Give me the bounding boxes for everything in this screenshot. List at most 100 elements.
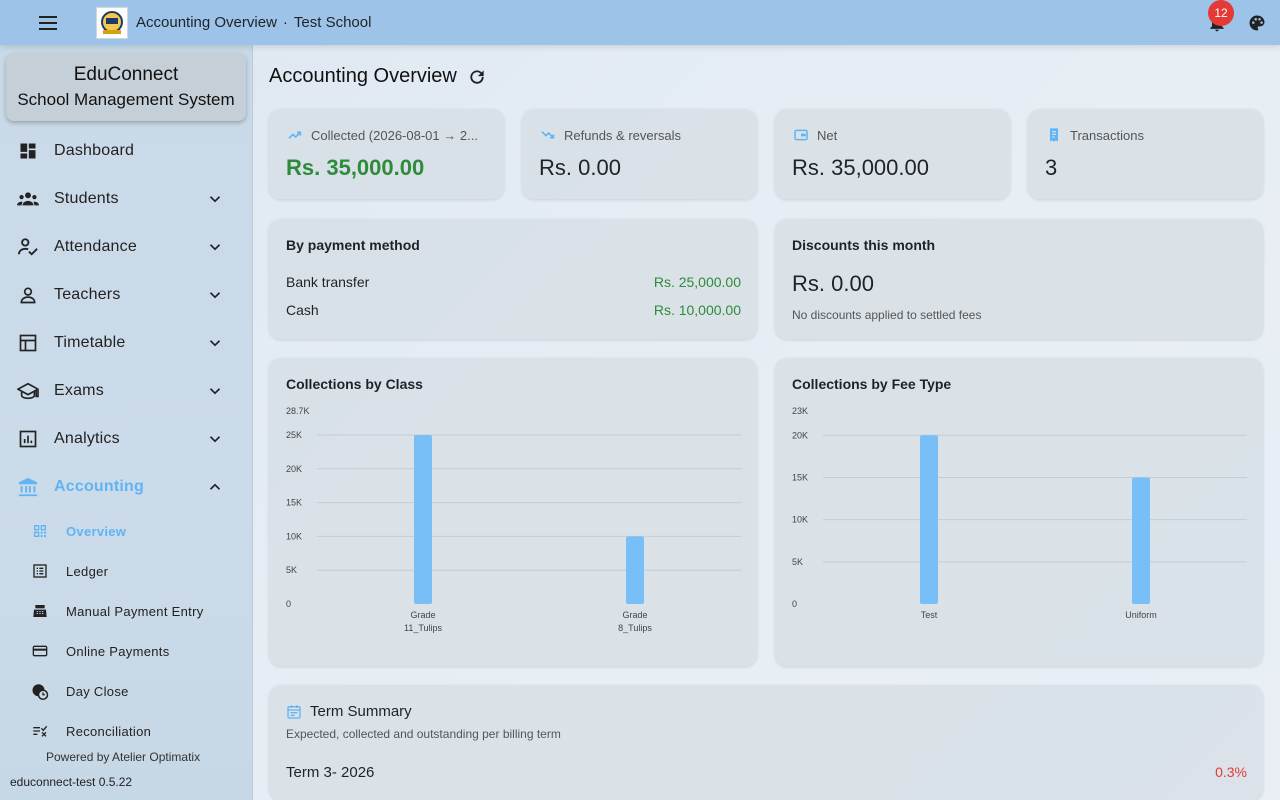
y-tick-label: 5K bbox=[792, 557, 803, 567]
stat-card-net: Net Rs. 35,000.00 bbox=[775, 109, 1010, 199]
payment-method-title: By payment method bbox=[286, 237, 420, 253]
day-close-icon bbox=[31, 682, 49, 700]
y-tick-label: 0 bbox=[286, 599, 291, 609]
page-title: Accounting Overview bbox=[269, 65, 487, 88]
chevron-down-icon bbox=[209, 292, 221, 299]
chevron-down-icon bbox=[209, 388, 221, 395]
chevron-down-icon bbox=[209, 196, 221, 203]
payment-method-amount: Rs. 10,000.00 bbox=[653, 302, 741, 318]
reconciliation-icon bbox=[31, 722, 49, 740]
app-bar-school-name: Test School bbox=[293, 14, 372, 31]
chevron-up-icon bbox=[209, 483, 221, 490]
discounts-card: Discounts this month Rs. 0.00 No discoun… bbox=[775, 219, 1263, 339]
y-tick-label: 15K bbox=[792, 472, 808, 482]
sidebar-item-exams[interactable]: Exams bbox=[0, 367, 252, 415]
sidebar-subitem-day-close[interactable]: Day Close bbox=[0, 671, 252, 711]
term-name: Term 3- 2026 bbox=[286, 764, 375, 781]
chart-card-by-fee-type: Collections by Fee Type 23K 0 5K 10K 15K 20K T… bbox=[775, 358, 1263, 666]
sidebar-item-analytics[interactable]: Analytics bbox=[0, 415, 252, 463]
trending-down-icon bbox=[541, 131, 555, 139]
stat-label: Refunds & reversals bbox=[564, 127, 682, 143]
payment-method-row: Cash Rs. 10,000.00 bbox=[286, 302, 741, 318]
term-summary-card: Term Summary Expected, collected and out… bbox=[269, 685, 1263, 800]
qr-icon bbox=[31, 522, 49, 540]
stat-card-refunds: Refunds & reversals Rs. 0.00 bbox=[522, 109, 757, 199]
y-axis-max-label: 23K bbox=[792, 406, 808, 416]
app-bar-separator: · bbox=[282, 14, 288, 31]
x-tick-label: Uniform bbox=[1125, 610, 1157, 620]
collections-by-fee-type-chart: 23K 0 5K 10K 15K 20K Test Uniform bbox=[792, 406, 1247, 620]
bar bbox=[626, 536, 644, 604]
app-version: educonnect-test 0.5.22 bbox=[10, 775, 133, 789]
sidebar-item-dashboard[interactable]: Dashboard bbox=[0, 127, 252, 175]
bank-icon bbox=[17, 476, 39, 498]
sidebar-item-label: Exams bbox=[54, 382, 104, 399]
trending-up-icon bbox=[288, 131, 302, 139]
receipt-icon bbox=[1050, 128, 1058, 142]
sidebar-nav: Dashboard Students Attendance Teachers T… bbox=[0, 127, 252, 751]
stat-value: 3 bbox=[1045, 155, 1058, 180]
sidebar-subitem-online-payments[interactable]: Online Payments bbox=[0, 631, 252, 671]
stat-card-collected: Collected (2026-08-01 → 2... Rs. 35,000.… bbox=[269, 109, 504, 199]
calendar-icon bbox=[287, 704, 301, 719]
teacher-icon bbox=[17, 284, 39, 306]
term-summary-subtitle: Expected, collected and outstanding per … bbox=[286, 727, 561, 741]
page-title-text: Accounting Overview bbox=[269, 65, 457, 87]
sidebar-item-label: Students bbox=[54, 190, 119, 207]
sidebar-item-label: Attendance bbox=[54, 238, 137, 255]
y-tick-label: 15K bbox=[286, 498, 302, 508]
brand-name: EduConnect bbox=[73, 64, 179, 85]
chevron-down-icon bbox=[209, 244, 221, 251]
sidebar-item-timetable[interactable]: Timetable bbox=[0, 319, 252, 367]
refresh-icon[interactable] bbox=[467, 67, 487, 87]
stat-value: Rs. 35,000.00 bbox=[792, 155, 929, 180]
y-tick-label: 0 bbox=[792, 599, 797, 609]
stat-value: Rs. 35,000.00 bbox=[286, 155, 425, 180]
menu-icon[interactable] bbox=[34, 9, 62, 37]
sidebar-item-accounting[interactable]: Accounting bbox=[0, 463, 252, 511]
discounts-note: No discounts applied to settled fees bbox=[792, 308, 982, 322]
term-summary-header: Term Summary bbox=[286, 703, 412, 720]
main-content: Accounting Overview Collected (2026-08-0… bbox=[253, 45, 1280, 800]
sidebar-item-attendance[interactable]: Attendance bbox=[0, 223, 252, 271]
stat-label: Net bbox=[817, 127, 838, 143]
stat-value: Rs. 0.00 bbox=[539, 155, 621, 180]
x-tick-label: Grade bbox=[410, 610, 435, 620]
sidebar-item-teachers[interactable]: Teachers bbox=[0, 271, 252, 319]
payment-method-card: By payment method Bank transfer Rs. 25,0… bbox=[269, 219, 757, 339]
attendance-icon bbox=[17, 236, 39, 258]
bar bbox=[1132, 477, 1150, 604]
powered-by: Powered by Atelier Optimatix bbox=[46, 750, 201, 764]
credit-card-icon bbox=[31, 642, 49, 660]
chart-card-by-class: Collections by Class 28.7K 0 5K 10K 15K 20K 25… bbox=[269, 358, 757, 666]
sidebar-subitem-label: Reconciliation bbox=[66, 723, 152, 739]
stat-label: Transactions bbox=[1070, 127, 1144, 143]
sidebar-subitem-reconciliation[interactable]: Reconciliation bbox=[0, 711, 252, 751]
notifications-button[interactable]: 12 bbox=[1204, 0, 1234, 36]
top-app-bar: Accounting Overview · Test School 12 bbox=[0, 0, 1280, 45]
chevron-down-icon bbox=[209, 340, 221, 347]
collections-by-class-chart: 28.7K 0 5K 10K 15K 20K 25K Grade 11_Tulips Grade 8… bbox=[286, 406, 741, 633]
x-tick-label: Test bbox=[921, 610, 938, 620]
analytics-icon bbox=[17, 428, 39, 450]
dashboard-icon bbox=[17, 140, 39, 162]
y-tick-label: 5K bbox=[286, 565, 297, 575]
sidebar-item-students[interactable]: Students bbox=[0, 175, 252, 223]
sidebar-item-label: Teachers bbox=[54, 286, 121, 303]
wallet-icon bbox=[794, 129, 808, 141]
sidebar-subitem-overview[interactable]: Overview bbox=[0, 511, 252, 551]
brand-card: EduConnect School Management System bbox=[6, 53, 246, 121]
stat-card-transactions: Transactions 3 bbox=[1028, 109, 1263, 199]
app-bar-page-title: Accounting Overview bbox=[136, 14, 277, 31]
palette-icon[interactable] bbox=[1244, 10, 1270, 36]
sidebar-subitem-label: Ledger bbox=[66, 563, 109, 579]
y-axis-max-label: 28.7K bbox=[286, 406, 310, 416]
payment-method-row: Bank transfer Rs. 25,000.00 bbox=[286, 274, 741, 290]
sidebar-subitem-ledger[interactable]: Ledger bbox=[0, 551, 252, 591]
sidebar-subitem-label: Online Payments bbox=[66, 643, 170, 659]
sidebar-subitem-manual-payment[interactable]: Manual Payment Entry bbox=[0, 591, 252, 631]
payment-method-name: Cash bbox=[286, 302, 319, 318]
discounts-title: Discounts this month bbox=[792, 237, 936, 253]
term-percent: 0.3% bbox=[1215, 764, 1247, 780]
cash-register-icon bbox=[31, 602, 49, 620]
